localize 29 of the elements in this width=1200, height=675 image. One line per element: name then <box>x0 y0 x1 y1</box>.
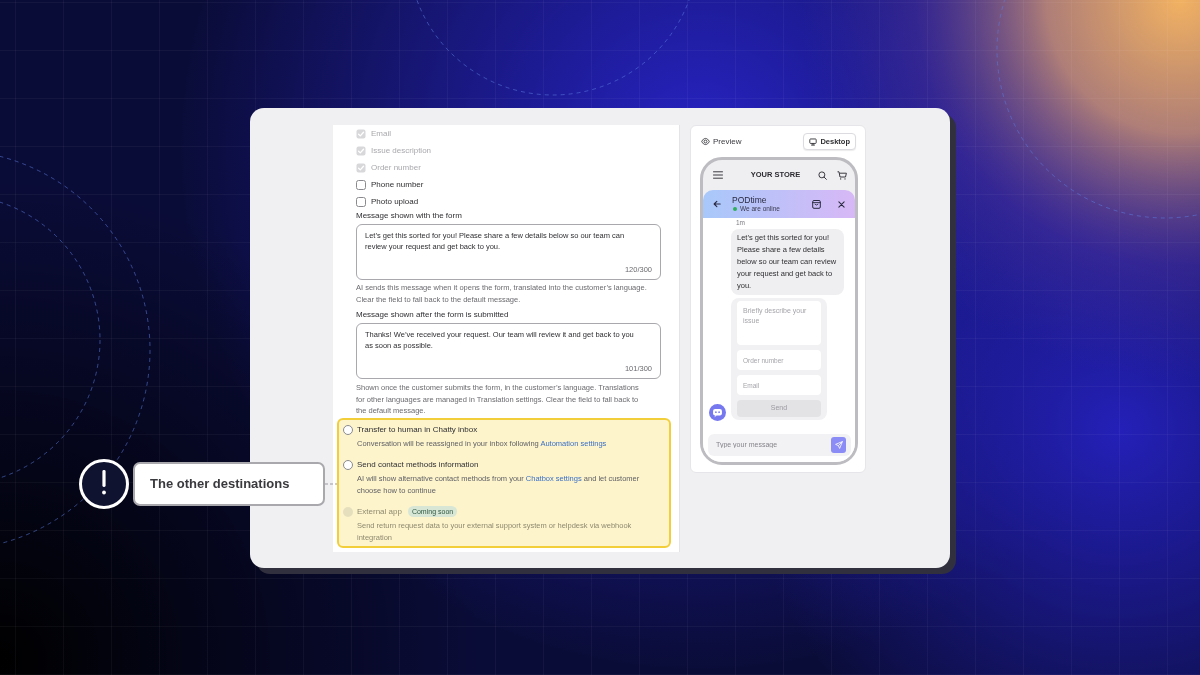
monitor-icon <box>809 137 818 146</box>
bot-avatar-icon <box>709 404 726 421</box>
field-label: Phone number <box>371 178 424 191</box>
search-icon[interactable] <box>818 170 827 180</box>
option-title: Transfer to human in Chatty inbox <box>357 423 478 436</box>
close-icon[interactable] <box>838 200 845 208</box>
panel-title: Preview <box>713 135 742 148</box>
field-label: Message shown after the form is submitted <box>356 309 510 321</box>
checkbox[interactable] <box>356 179 366 190</box>
field-label: Message shown with the form <box>356 210 463 222</box>
field-label: Email <box>371 127 391 140</box>
field-label: Issue description <box>371 144 432 157</box>
option-title: Send contact methods information <box>357 458 479 471</box>
radio-button[interactable] <box>343 424 353 435</box>
field-label: Order number <box>371 161 421 174</box>
field-label: Photo upload <box>371 195 419 208</box>
cart-icon[interactable] <box>837 170 847 180</box>
leader-line <box>325 483 337 485</box>
back-arrow-icon[interactable] <box>713 200 721 208</box>
option-title: External app <box>357 505 402 518</box>
alert-icon <box>79 459 129 509</box>
radio-button[interactable] <box>343 459 353 470</box>
menu-icon[interactable] <box>713 171 723 179</box>
chat-name: PODtime <box>732 195 768 205</box>
send-icon <box>834 440 843 449</box>
checkbox[interactable] <box>356 196 366 207</box>
callout-label: The other destinations <box>133 462 325 506</box>
eye-icon <box>701 137 710 146</box>
shopping-bag-icon[interactable] <box>812 199 821 209</box>
